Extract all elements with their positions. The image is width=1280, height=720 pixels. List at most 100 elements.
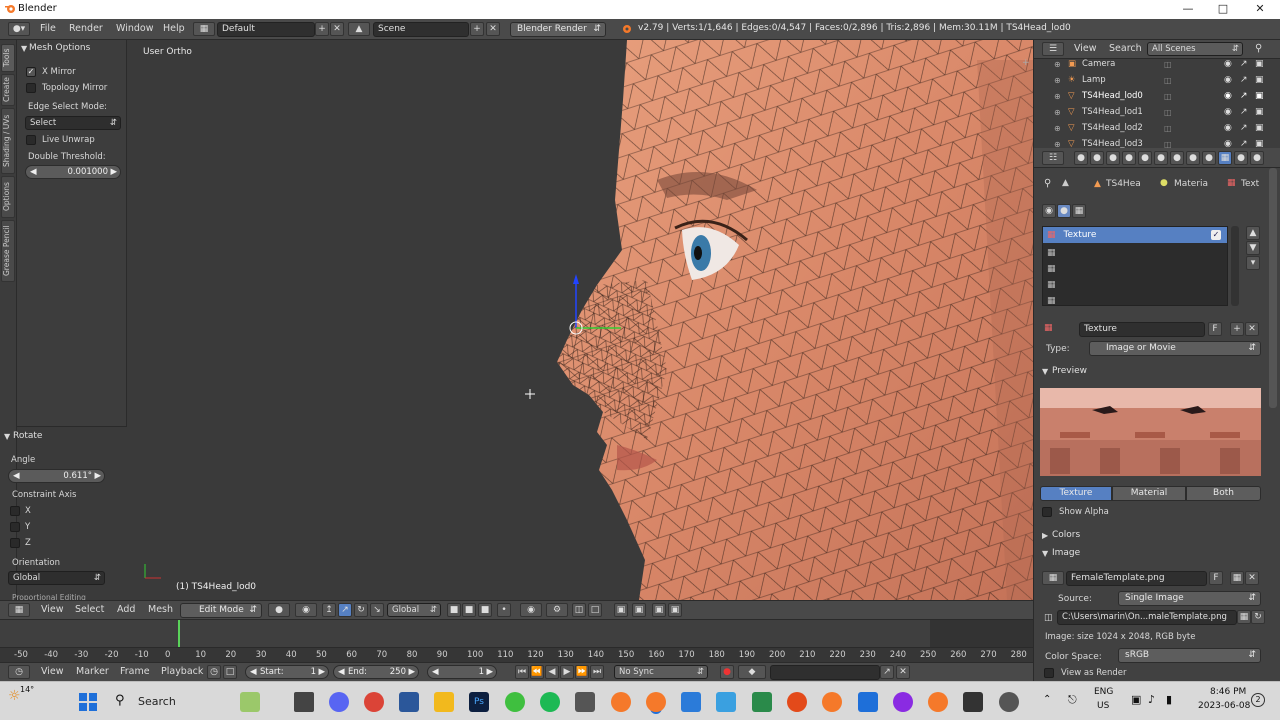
clock-date[interactable]: 2023-06-08 [1198,701,1250,711]
collapse-arrow-icon[interactable]: ▼ [1042,367,1048,376]
blender-taskbar-icon[interactable] [822,692,842,712]
select-icon[interactable]: ↗ [1240,107,1248,117]
editor-type-icon[interactable]: ●▾ [8,22,30,36]
image-name-field[interactable]: FemaleTemplate.png [1066,571,1207,586]
menu-render[interactable]: Render [69,23,103,34]
layout-browse-icon[interactable]: ▦ [193,22,215,36]
language-label[interactable]: ENG [1094,687,1113,697]
texture-name-field[interactable]: Texture [1079,322,1205,337]
expand-icon[interactable]: ⊕ [1054,124,1061,133]
render-icon[interactable]: ▣ [1255,59,1264,69]
scene-browse-icon[interactable]: ▲ [348,22,370,36]
layers-tab-icon[interactable]: ● [1090,151,1104,165]
live-unwrap-checkbox[interactable]: Live Unwrap [26,135,95,145]
blender-taskbar-icon[interactable] [611,692,631,712]
menu-select[interactable]: Select [75,604,104,615]
snap-icon[interactable]: ⚙ [546,603,568,617]
tab-tools[interactable]: Tools [1,44,15,72]
reload-icon[interactable]: ↻ [1251,610,1265,624]
render-icon[interactable]: ▣ [1255,139,1264,148]
outliner-item[interactable]: ⊕ ▽ TS4Head_lod1 ◫ ◉ ↗ ▣ [1034,104,1280,120]
end-frame-field[interactable]: ◀ End: 250 ▶ [333,665,419,679]
layer-icon[interactable]: ■ [462,603,476,617]
notification-badge[interactable]: 2 [1251,693,1265,707]
3d-viewport[interactable]: User Ortho + (1) TS4Head_lod0 [127,40,1033,600]
app-green-icon[interactable] [505,692,525,712]
x-mirror-checkbox[interactable]: ✓ X Mirror [26,67,76,77]
menu-view[interactable]: View [41,666,64,677]
other-texture-icon[interactable]: ▦ [1072,204,1086,218]
move-down-icon[interactable]: ▼ [1246,241,1260,255]
layout-add-icon[interactable]: + [315,22,329,36]
terminal-icon[interactable] [963,692,983,712]
image-fake-user-button[interactable]: F [1209,571,1223,585]
translate-icon[interactable]: ↗ [338,603,352,617]
mesh-options-header[interactable]: Mesh Options [29,43,90,53]
visibility-icon[interactable]: ◉ [1224,59,1232,69]
mic-icon[interactable]: ⎋ [1068,693,1077,707]
material-tab-icon[interactable]: ● [1202,151,1216,165]
app-light-blue-icon[interactable] [716,692,736,712]
menu-frame[interactable]: Frame [120,666,150,677]
blender-active-icon[interactable] [646,692,666,712]
collapse-arrow-icon[interactable]: ▼ [1042,549,1048,558]
filepath-field[interactable]: C:\Users\marin\On...maleTemplate.png [1057,610,1237,625]
play-icon[interactable]: ▶ [560,665,574,679]
file-explorer-icon[interactable] [434,692,454,712]
texture-slot-row[interactable]: ▦ Texture ✓ [1043,227,1227,243]
visibility-icon[interactable]: ◉ [1224,107,1232,117]
clock-time[interactable]: 8:46 PM [1210,687,1246,697]
minimize-icon[interactable]: — [1180,2,1196,16]
particles-tab-icon[interactable]: ● [1234,151,1248,165]
editor-type-icon[interactable]: ☷ [1042,151,1064,165]
move-up-icon[interactable]: ▲ [1246,226,1260,240]
word-icon[interactable] [399,692,419,712]
lock-icon[interactable]: □ [223,665,237,679]
app-store-icon[interactable] [858,692,878,712]
constraints-tab-icon[interactable]: ● [1154,151,1168,165]
editor-type-icon[interactable]: ☰ [1042,42,1064,56]
insert-key-icon[interactable]: ↗ [880,665,894,679]
mirror-icon[interactable]: ◫ [572,603,586,617]
layer-icon[interactable]: ■ [478,603,492,617]
pack-icon[interactable]: ◫ [1044,613,1053,623]
visibility-icon[interactable]: ◉ [1224,75,1232,85]
layout-field[interactable]: Default [217,22,315,37]
outliner-item[interactable]: ⊕ ☀ Lamp ◫ ◉ ↗ ▣ [1034,72,1280,88]
expand-icon[interactable]: ⊕ [1054,108,1061,117]
scene-remove-icon[interactable]: ✕ [486,22,500,36]
maximize-icon[interactable]: □ [1215,2,1231,16]
menu-view[interactable]: View [1074,43,1097,54]
proportional-icon[interactable]: ◉ [520,603,542,617]
tab-grease-pencil[interactable]: Grease Pencil [1,220,15,282]
occlude-icon[interactable]: □ [588,603,602,617]
breadcrumb-object[interactable]: TS4Hea [1106,179,1141,189]
app-orange-icon[interactable] [787,692,807,712]
opengl-render-icon[interactable]: ▣ [652,603,666,617]
axis-y-checkbox[interactable]: Y [10,522,30,532]
editor-type-icon[interactable]: ▦ [8,603,30,617]
view-as-render-checkbox[interactable]: View as Render [1044,668,1126,678]
specials-icon[interactable]: ▾ [1246,256,1260,270]
battery-icon[interactable]: ▮ [1166,693,1172,706]
axis-x-checkbox[interactable]: X [10,506,31,516]
app-window-icon[interactable] [575,692,595,712]
windows-start-icon[interactable] [79,693,97,711]
region-toggle-icon[interactable]: + [1022,58,1030,68]
jump-end-icon[interactable]: ⏭ [590,665,604,679]
source-dropdown[interactable]: Single Image ⇵ [1118,591,1261,606]
collapse-arrow-icon[interactable]: ▼ [4,432,10,441]
menu-mesh[interactable]: Mesh [148,604,173,615]
jump-start-icon[interactable]: ⏮ [515,665,529,679]
expand-icon[interactable]: ⊕ [1054,92,1061,101]
current-frame-field[interactable]: ◀ 1 ▶ [427,665,497,679]
play-reverse-icon[interactable]: ◀ [545,665,559,679]
sync-dropdown[interactable]: No Sync ⇵ [614,665,708,679]
texture-type-dropdown[interactable]: Image or Movie ⇵ [1089,341,1261,356]
app-green2-icon[interactable] [752,692,772,712]
menu-file[interactable]: File [40,23,56,34]
slots-scrollbar[interactable] [1231,226,1239,306]
visibility-icon[interactable]: ◉ [1224,91,1232,101]
colors-header[interactable]: Colors [1052,530,1080,540]
camera-icon[interactable]: ▣ [632,603,646,617]
